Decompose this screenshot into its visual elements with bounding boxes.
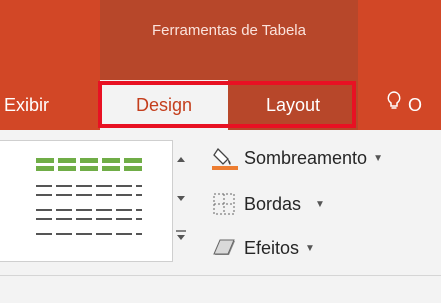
table-styles-gallery[interactable] (0, 140, 173, 262)
tell-me-label: O (408, 95, 423, 115)
chevron-down-icon: ▼ (315, 198, 325, 210)
shading-label: Sombreamento (244, 147, 368, 168)
shading-button[interactable]: Sombreamento ▼ (210, 143, 383, 173)
more-icon (176, 230, 186, 240)
borders-button[interactable]: Bordas ▼ (210, 189, 325, 219)
table-style-preview (36, 158, 142, 235)
borders-icon (210, 191, 240, 217)
chevron-down-icon (177, 196, 185, 201)
effects-icon (210, 235, 240, 261)
tab-exibir[interactable]: Exibir (0, 80, 74, 130)
chevron-up-icon (177, 157, 185, 162)
contextual-tab-group (100, 0, 358, 80)
borders-label: Bordas (244, 193, 302, 214)
ribbon-group-footer (0, 276, 441, 303)
tab-design[interactable]: Design (100, 80, 228, 130)
lightbulb-icon (386, 81, 402, 131)
effects-label: Efeitos (244, 237, 300, 258)
gallery-more-button[interactable] (172, 220, 190, 260)
gallery-scroll-up[interactable] (172, 140, 190, 180)
chevron-down-icon: ▼ (373, 152, 383, 164)
tab-layout[interactable]: Layout (228, 80, 358, 130)
tell-me-search[interactable]: O (386, 80, 441, 130)
chevron-down-icon: ▼ (305, 242, 315, 254)
contextual-group-label: Ferramentas de Tabela (152, 22, 306, 39)
gallery-scroll-down[interactable] (172, 180, 190, 220)
paint-bucket-icon (210, 145, 240, 171)
effects-button[interactable]: Efeitos ▼ (210, 233, 315, 263)
